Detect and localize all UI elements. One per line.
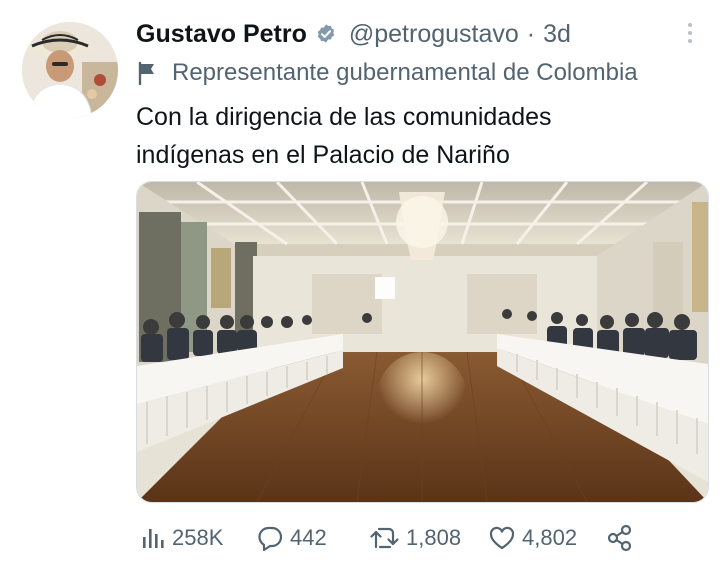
- heart-icon: [489, 526, 515, 550]
- tweet-text-line: indígenas en el Palacio de Nariño: [136, 141, 510, 169]
- reply-count: 442: [290, 525, 327, 550]
- author-name[interactable]: Gustavo Petro: [136, 20, 307, 49]
- share-icon: [607, 524, 632, 552]
- like-button[interactable]: 4,802: [488, 518, 577, 558]
- avatar-photo: [22, 22, 118, 118]
- retweet-icon: [370, 527, 399, 549]
- tweet-text: Con la dirigencia de las comunidades ind…: [136, 98, 696, 174]
- author-avatar[interactable]: [22, 22, 118, 118]
- government-label[interactable]: Representante gubernamental de Colombia: [136, 56, 638, 90]
- flag-icon: [138, 61, 154, 85]
- tweet-photo[interactable]: [136, 181, 709, 503]
- reply-button[interactable]: 442: [256, 518, 327, 558]
- separator-dot: ·: [526, 19, 536, 48]
- government-label-text: Representante gubernamental de Colombia: [172, 59, 638, 86]
- views-button[interactable]: 258K: [140, 518, 223, 558]
- views-count: 258K: [172, 525, 224, 550]
- views-bar-chart-icon: [143, 529, 164, 548]
- like-count: 4,802: [522, 525, 578, 550]
- retweet-button[interactable]: 1,808: [370, 518, 461, 558]
- share-button[interactable]: [606, 518, 634, 558]
- tweet-timestamp[interactable]: 3d: [543, 20, 571, 49]
- tweet-text-line: Con la dirigencia de las comunidades: [136, 103, 552, 131]
- meeting-room-photo: [137, 182, 708, 502]
- more-options-icon[interactable]: [680, 18, 700, 48]
- author-header: Gustavo Petro @petrogustavo · 3d: [136, 16, 571, 52]
- tweet-actions: 258K 442 1,808 4,802: [136, 518, 706, 558]
- verified-badge-icon: [317, 24, 335, 43]
- retweet-count: 1,808: [406, 525, 462, 550]
- author-handle[interactable]: @petrogustavo: [349, 20, 519, 49]
- reply-bubble-icon: [258, 526, 283, 551]
